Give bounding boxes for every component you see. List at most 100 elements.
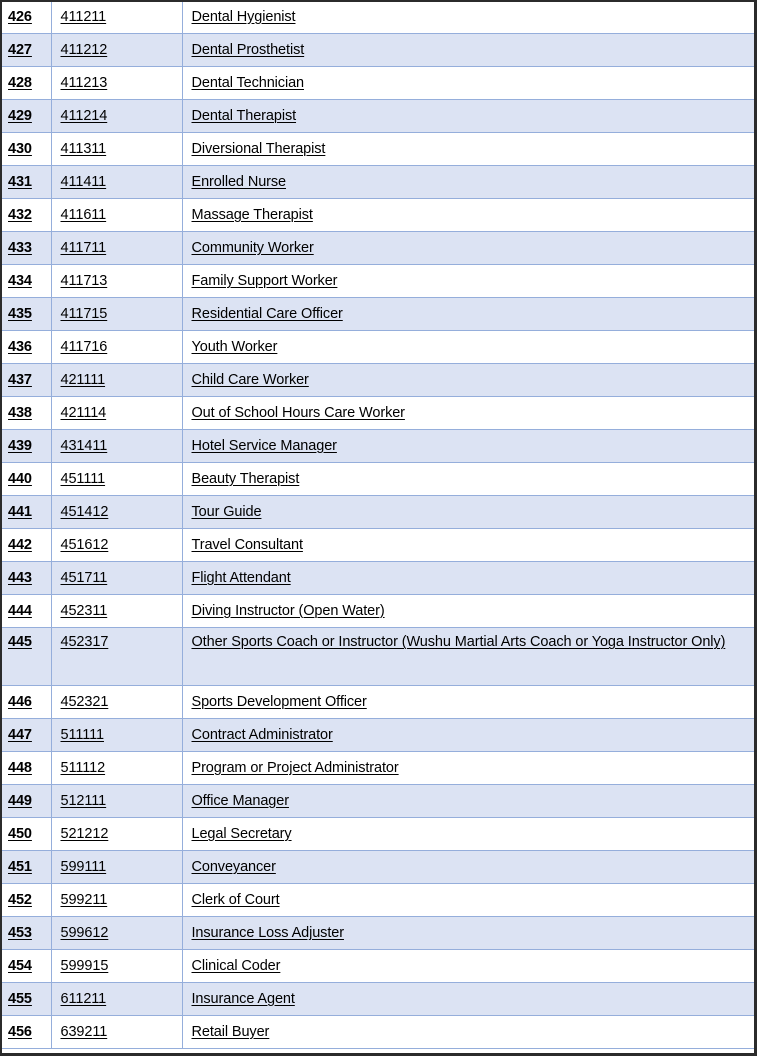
occupation-name-cell: Out of School Hours Care Worker — [181, 396, 754, 430]
occupation-code-cell: 431411 — [50, 429, 183, 463]
table-row[interactable]: 456 639211 Retail Buyer — [0, 1015, 754, 1049]
occupation-code-cell: 521212 — [50, 817, 183, 851]
row-index-cell: 453 — [0, 916, 52, 950]
occupation-code-cell: 411213 — [50, 66, 183, 100]
occupation-table-sheet: 426 411211 Dental Hygienist 427 411212 Dental… — [0, 0, 757, 1056]
table-row[interactable]: 448 511112 Program or Project Administrato… — [0, 751, 754, 785]
table-row[interactable]: 454 599915 Clinical Coder — [0, 949, 754, 983]
occupation-name-text: Travel Consultant — [191, 536, 304, 553]
table-row[interactable]: 441 451412 Tour Guide — [0, 495, 754, 529]
occupation-code-text: 411213 — [60, 74, 108, 91]
occupation-code-text: 431411 — [60, 437, 108, 454]
table-row[interactable]: 439 431411 Hotel Service Manager — [0, 429, 754, 463]
row-index-text: 450 — [8, 825, 32, 842]
table-row[interactable]: 435 411715 Residential Care Officer — [0, 297, 754, 331]
row-index-cell: 451 — [0, 850, 52, 884]
occupation-name-cell: Travel Consultant — [181, 528, 754, 562]
row-index-cell: 450 — [0, 817, 52, 851]
table-row[interactable]: 432 411611 Massage Therapist — [0, 198, 754, 232]
occupation-name-cell: Residential Care Officer — [181, 297, 754, 331]
occupation-code-cell: 452317 — [50, 627, 183, 686]
table-row[interactable]: 450 521212 Legal Secretary — [0, 817, 754, 851]
row-index-cell: 444 — [0, 594, 52, 628]
table-row[interactable]: 455 611211 Insurance Agent — [0, 982, 754, 1016]
row-index-cell: 448 — [0, 751, 52, 785]
table-row[interactable]: 430 411311 Diversional Therapist — [0, 132, 754, 166]
table-row[interactable]: 438 421114 Out of School Hours Care Worker — [0, 396, 754, 430]
table-row[interactable]: 449 512111 Office Manager — [0, 784, 754, 818]
occupation-code-cell: 611211 — [50, 982, 183, 1016]
table-row[interactable]: 443 451711 Flight Attendant — [0, 561, 754, 595]
occupation-code-cell: 451612 — [50, 528, 183, 562]
table-row[interactable]: 429 411214 Dental Therapist — [0, 99, 754, 133]
table-row[interactable]: 433 411711 Community Worker — [0, 231, 754, 265]
row-index-text: 434 — [8, 272, 32, 289]
occupation-name-cell: Clinical Coder — [181, 949, 754, 983]
table-row[interactable]: 442 451612 Travel Consultant — [0, 528, 754, 562]
occupation-code-text: 451111 — [60, 470, 106, 487]
row-index-text: 431 — [8, 173, 32, 190]
table-row[interactable]: 440 451111 Beauty Therapist — [0, 462, 754, 496]
occupation-name-text: Dental Prosthetist — [191, 41, 305, 58]
row-index-text: 455 — [8, 990, 32, 1007]
occupation-code-text: 452311 — [60, 602, 108, 619]
table-row[interactable]: 431 411411 Enrolled Nurse — [0, 165, 754, 199]
occupation-name-text: Enrolled Nurse — [191, 173, 287, 190]
occupation-code-text: 411211 — [60, 8, 107, 25]
row-index-cell: 455 — [0, 982, 52, 1016]
occupation-name-cell: Clerk of Court — [181, 883, 754, 917]
occupation-code-text: 521212 — [60, 825, 109, 842]
table-row[interactable]: 436 411716 Youth Worker — [0, 330, 754, 364]
occupation-table: 426 411211 Dental Hygienist 427 411212 Dental… — [0, 0, 754, 1049]
row-index-text: 446 — [8, 693, 32, 710]
occupation-code-cell: 411214 — [50, 99, 183, 133]
occupation-code-text: 411713 — [60, 272, 108, 289]
occupation-code-cell: 411211 — [50, 0, 183, 34]
table-row[interactable]: 445 452317 Other Sports Coach or Instructo… — [0, 627, 754, 686]
row-index-cell: 441 — [0, 495, 52, 529]
table-row[interactable]: 453 599612 Insurance Loss Adjuster — [0, 916, 754, 950]
occupation-name-cell: Youth Worker — [181, 330, 754, 364]
row-index-text: 437 — [8, 371, 32, 388]
occupation-code-cell: 452311 — [50, 594, 183, 628]
occupation-code-text: 599612 — [60, 924, 109, 941]
occupation-code-cell: 411611 — [50, 198, 183, 232]
occupation-table-body: 426 411211 Dental Hygienist 427 411212 Dental… — [0, 0, 754, 1049]
row-index-text: 442 — [8, 536, 32, 553]
occupation-name-text: Clerk of Court — [191, 891, 280, 908]
occupation-name-cell: Retail Buyer — [181, 1015, 754, 1049]
occupation-name-cell: Program or Project Administrator — [181, 751, 754, 785]
table-row[interactable]: 426 411211 Dental Hygienist — [0, 0, 754, 34]
table-row[interactable]: 434 411713 Family Support Worker — [0, 264, 754, 298]
table-row[interactable]: 451 599111 Conveyancer — [0, 850, 754, 884]
table-row[interactable]: 446 452321 Sports Development Officer — [0, 685, 754, 719]
occupation-name-text: Dental Technician — [191, 74, 305, 91]
table-row[interactable]: 452 599211 Clerk of Court — [0, 883, 754, 917]
table-row[interactable]: 437 421111 Child Care Worker — [0, 363, 754, 397]
occupation-code-text: 639211 — [60, 1023, 108, 1040]
table-row[interactable]: 427 411212 Dental Prosthetist — [0, 33, 754, 67]
occupation-name-text: Diversional Therapist — [191, 140, 326, 157]
row-index-text: 430 — [8, 140, 32, 157]
occupation-code-text: 421111 — [60, 371, 106, 388]
row-index-text: 449 — [8, 792, 32, 809]
occupation-name-cell: Sports Development Officer — [181, 685, 754, 719]
occupation-name-cell: Family Support Worker — [181, 264, 754, 298]
table-row[interactable]: 428 411213 Dental Technician — [0, 66, 754, 100]
occupation-name-cell: Legal Secretary — [181, 817, 754, 851]
row-index-text: 444 — [8, 602, 32, 619]
row-index-text: 456 — [8, 1023, 32, 1040]
table-row[interactable]: 444 452311 Diving Instructor (Open Water) — [0, 594, 754, 628]
table-row[interactable]: 447 511111 Contract Administrator — [0, 718, 754, 752]
occupation-name-cell: Massage Therapist — [181, 198, 754, 232]
occupation-code-cell: 511111 — [50, 718, 183, 752]
occupation-name-cell: Other Sports Coach or Instructor (Wushu … — [181, 627, 754, 686]
occupation-name-cell: Beauty Therapist — [181, 462, 754, 496]
occupation-code-text: 599211 — [60, 891, 108, 908]
occupation-code-cell: 411715 — [50, 297, 183, 331]
occupation-name-cell: Dental Hygienist — [181, 0, 754, 34]
row-index-text: 448 — [8, 759, 32, 776]
row-index-text: 447 — [8, 726, 32, 743]
occupation-name-cell: Office Manager — [181, 784, 754, 818]
row-index-text: 427 — [8, 41, 32, 58]
